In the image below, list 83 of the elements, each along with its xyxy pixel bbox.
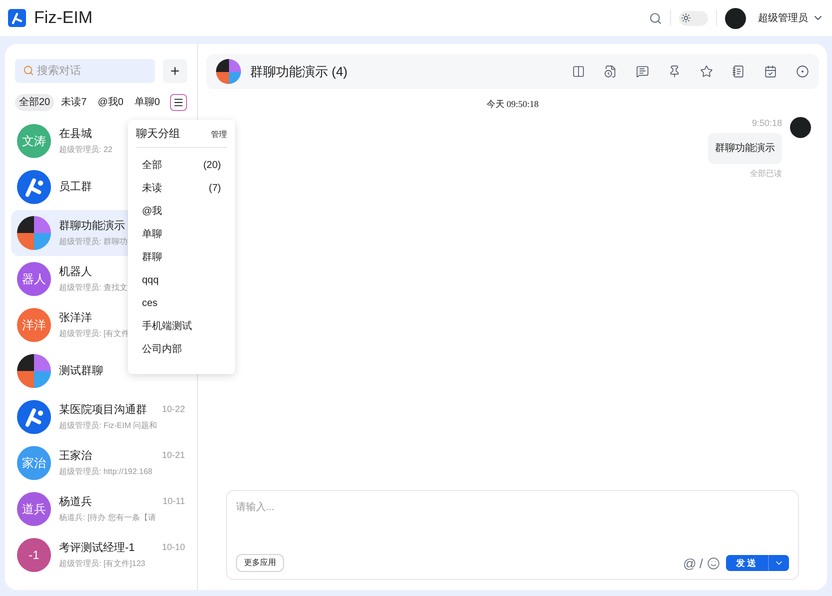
logo-avatar-icon bbox=[17, 170, 51, 204]
menu-item[interactable]: qqq bbox=[136, 269, 227, 292]
conversation-preview: 超级管理员: [有文件]123 bbox=[59, 558, 146, 570]
conversation-time: 10-21 bbox=[162, 449, 185, 462]
conversation-item[interactable]: 某医院项目沟通群 10-22 超级管理员: Fiz-EIM 问题和 bbox=[11, 394, 191, 440]
menu-icon bbox=[173, 97, 184, 108]
calendar-check-icon[interactable] bbox=[764, 65, 777, 78]
avatar: 道兵 bbox=[17, 492, 51, 526]
conversation-time: 10-22 bbox=[162, 403, 185, 416]
message-bubble: 群聊功能演示 bbox=[708, 133, 782, 164]
conversation-name: 员工群 bbox=[59, 180, 92, 195]
conversation-preview: 杨道兵: [待办 您有一条【请 bbox=[59, 512, 156, 524]
conversation-name: 杨道兵 bbox=[59, 494, 92, 510]
menu-item[interactable]: 未读 (7) bbox=[136, 177, 227, 200]
search-field[interactable]: 搜索对话 bbox=[15, 59, 155, 83]
conversation-name: 机器人 bbox=[59, 264, 92, 280]
star-icon[interactable] bbox=[700, 65, 713, 78]
chat-title: 群聊功能演示 (4) bbox=[250, 62, 348, 81]
user-avatar[interactable] bbox=[725, 8, 746, 28]
filter-tab[interactable]: 单聊0 bbox=[130, 94, 164, 111]
avatar: 文涛 bbox=[17, 124, 51, 158]
message-icon[interactable] bbox=[636, 65, 649, 78]
conversation-name: 王家治 bbox=[59, 448, 92, 464]
conversation-name: 张洋洋 bbox=[59, 310, 92, 326]
conversation-preview: 超级管理员: 22 bbox=[59, 144, 112, 156]
columns-icon[interactable] bbox=[572, 65, 585, 78]
search-icon[interactable] bbox=[649, 12, 662, 24]
conversation-name: 群聊功能演示 bbox=[59, 218, 125, 234]
manage-link[interactable]: 管理 bbox=[211, 128, 227, 140]
conversation-time: 10-10 bbox=[162, 541, 185, 554]
search-icon bbox=[23, 64, 34, 76]
conversation-item[interactable]: 家治 王家治 10-21 超级管理员: http://192.168 bbox=[11, 440, 191, 486]
filter-tab[interactable]: @我0 bbox=[94, 94, 128, 111]
group-avatar bbox=[17, 354, 51, 388]
conversation-item[interactable]: -1 考评测试经理-1 10-10 超级管理员: [有文件]123 bbox=[11, 532, 191, 578]
conversation-preview: 超级管理员: http://192.168 bbox=[59, 466, 152, 478]
avatar: 家治 bbox=[17, 446, 51, 480]
file-clock-icon[interactable] bbox=[604, 65, 617, 78]
conversation-item[interactable]: 道兵 杨道兵 10-11 杨道兵: [待办 您有一条【请 bbox=[11, 486, 191, 532]
message-time: 9:50:18 bbox=[752, 116, 782, 130]
app-name: Fiz-EIM bbox=[34, 7, 93, 30]
filter-tab[interactable]: 未读7 bbox=[57, 94, 91, 111]
filter-tab[interactable]: 全部20 bbox=[15, 94, 54, 111]
logo-avatar-icon bbox=[17, 400, 51, 434]
command-button[interactable]: / bbox=[699, 554, 703, 573]
conversation-preview: 超级管理员: 查找文 bbox=[59, 282, 128, 294]
conversation-name: 某医院项目沟通群 bbox=[59, 402, 147, 418]
conversation-preview: 超级管理员: 群聊功 bbox=[59, 236, 128, 248]
add-button[interactable] bbox=[163, 58, 187, 82]
emoji-icon[interactable] bbox=[707, 556, 720, 570]
avatar: 洋洋 bbox=[17, 308, 51, 342]
conversation-name: 考评测试经理-1 bbox=[59, 540, 135, 556]
menu-item[interactable]: ces bbox=[136, 292, 227, 315]
user-name[interactable]: 超级管理员 bbox=[758, 10, 808, 26]
mention-button[interactable]: @ bbox=[683, 554, 696, 573]
date-divider: 今天 09:50:18 bbox=[486, 98, 539, 111]
group-avatar bbox=[17, 216, 51, 250]
app-logo-icon bbox=[8, 9, 26, 27]
send-button[interactable]: 发送 bbox=[726, 555, 768, 572]
menu-title: 聊天分组 bbox=[136, 127, 180, 142]
conversation-name: 测试群聊 bbox=[59, 364, 103, 379]
message-input[interactable]: 请输入... bbox=[236, 500, 789, 554]
send-options-button[interactable] bbox=[768, 555, 789, 572]
settings-icon[interactable] bbox=[796, 65, 809, 78]
menu-item[interactable]: 公司内部 bbox=[136, 338, 227, 361]
menu-item[interactable]: 全部 (20) bbox=[136, 154, 227, 177]
avatar: 器人 bbox=[17, 262, 51, 296]
plus-icon bbox=[169, 64, 181, 76]
avatar: -1 bbox=[17, 538, 51, 572]
conversation-preview: 超级管理员: Fiz-EIM 问题和 bbox=[59, 420, 158, 432]
notes-icon[interactable] bbox=[732, 65, 745, 78]
sender-avatar bbox=[790, 116, 811, 138]
group-avatar bbox=[216, 59, 241, 84]
message-composer[interactable]: 请输入... 更多应用 @ / 发送 bbox=[226, 490, 799, 580]
pin-icon[interactable] bbox=[668, 65, 681, 78]
read-status: 全部已读 bbox=[750, 168, 782, 180]
group-menu-button[interactable] bbox=[170, 94, 187, 111]
conversation-name: 在县城 bbox=[59, 126, 92, 142]
conversation-time: 10-11 bbox=[162, 495, 185, 508]
menu-item[interactable]: 手机端测试 bbox=[136, 315, 227, 338]
more-apps-button[interactable]: 更多应用 bbox=[236, 554, 284, 572]
theme-toggle[interactable] bbox=[679, 10, 708, 26]
sun-icon bbox=[681, 13, 691, 23]
